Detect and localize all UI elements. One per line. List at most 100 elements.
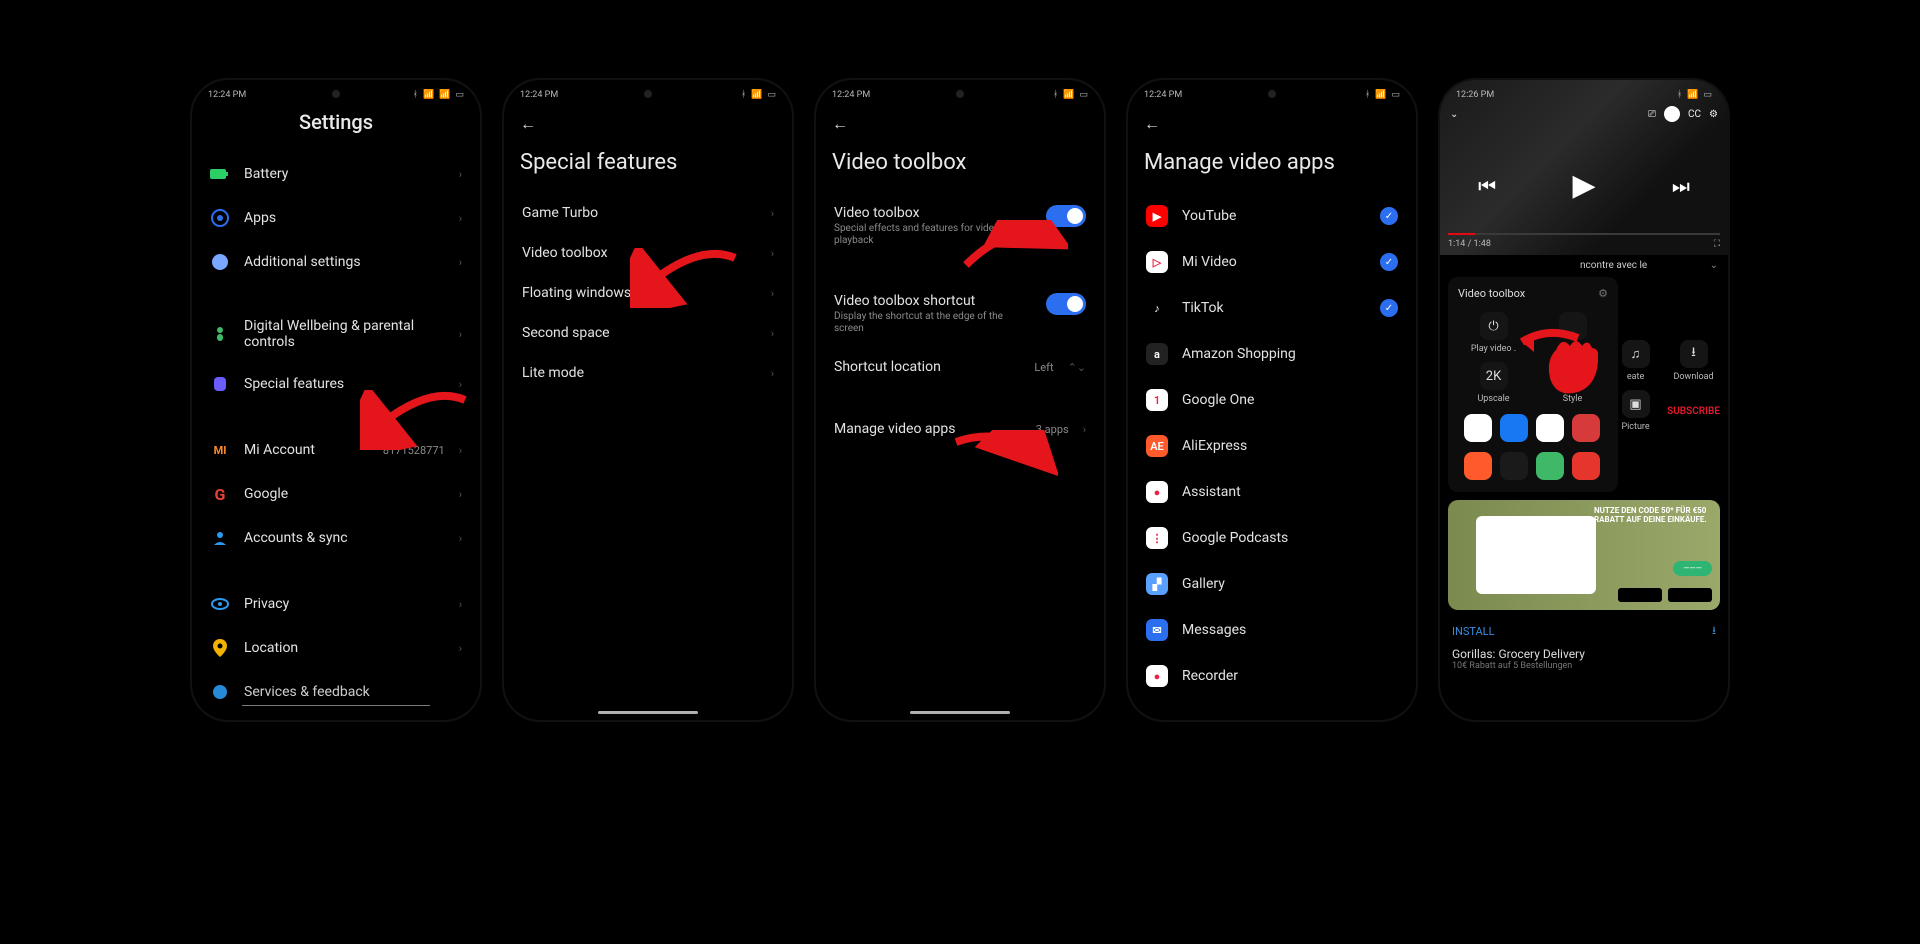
app-icon: ⋮ <box>1146 527 1168 549</box>
app-row-aliexpress[interactable]: AEAliExpress <box>1128 423 1416 469</box>
cc-icon[interactable]: CC <box>1688 109 1701 120</box>
tool-play-video[interactable]: ⏻Play video . <box>1458 312 1529 354</box>
video-player[interactable]: ⌄ ⎚ CC ⚙ ⏮ ▶ ⏭ 1:14 / 1:48 ⛶ <box>1440 80 1728 256</box>
chevron-down-icon[interactable]: ⌄ <box>1450 109 1458 120</box>
ad-cta-button[interactable]: ——— <box>1673 561 1712 576</box>
settings-item-location[interactable]: Location › <box>192 626 480 670</box>
video-time: 1:14 / 1:48 <box>1448 239 1491 249</box>
item-lite-mode[interactable]: Lite mode› <box>504 353 792 393</box>
toggle-switch[interactable] <box>1046 205 1086 227</box>
services-icon <box>210 682 230 702</box>
install-button[interactable]: INSTALL <box>1452 625 1495 638</box>
subscribe-button[interactable]: SUBSCRIBE <box>1667 390 1720 432</box>
download-icon[interactable] <box>1536 452 1564 480</box>
aliexpress-icon[interactable] <box>1464 452 1492 480</box>
tool-label: Style <box>1563 394 1583 404</box>
item-shortcut-location[interactable]: Shortcut location Left ⌃⌄ <box>816 347 1104 387</box>
tool-blank[interactable] <box>1537 312 1608 354</box>
gear-icon[interactable]: ⚙ <box>1598 287 1608 300</box>
back-button[interactable]: ← <box>520 114 536 134</box>
settings-item-apps[interactable]: Apps › <box>192 196 480 240</box>
checked-icon[interactable]: ✓ <box>1380 253 1398 271</box>
checked-icon[interactable]: ✓ <box>1380 207 1398 225</box>
item-video-toolbox[interactable]: Video toolbox› <box>504 233 792 273</box>
item-manage-video-apps[interactable]: Manage video apps 3 apps › <box>816 409 1104 449</box>
ad-app-title[interactable]: Gorillas: Grocery Delivery <box>1440 645 1728 661</box>
app-icon[interactable] <box>1572 414 1600 442</box>
settings-item-privacy[interactable]: Privacy › <box>192 582 480 626</box>
app-row-tiktok[interactable]: ♪TikTok✓ <box>1128 285 1416 331</box>
back-button[interactable]: ← <box>832 114 848 134</box>
tool-download[interactable]: ⭳Download <box>1667 340 1720 382</box>
app-row-amazon-shopping[interactable]: aAmazon Shopping <box>1128 331 1416 377</box>
app-icon[interactable] <box>1500 452 1528 480</box>
prev-button[interactable]: ⏮ <box>1478 174 1496 198</box>
toggle-video-toolbox-shortcut[interactable]: Video toolbox shortcut Display the short… <box>816 281 1104 347</box>
settings-item-label: Mi Account <box>244 442 369 458</box>
appstore-badge[interactable] <box>1618 588 1662 602</box>
video-title-row[interactable]: ncontre avec le ⌄ <box>1440 256 1728 271</box>
item-game-turbo[interactable]: Game Turbo› <box>504 193 792 233</box>
home-indicator[interactable] <box>598 711 698 714</box>
app-row-google-podcasts[interactable]: ⋮Google Podcasts <box>1128 515 1416 561</box>
apps-icon <box>210 208 230 228</box>
tool-create[interactable]: ♫eate <box>1612 340 1659 382</box>
facebook-icon[interactable] <box>1500 414 1528 442</box>
settings-item-special-features[interactable]: Special features › <box>192 362 480 406</box>
wellbeing-icon <box>210 324 230 344</box>
item-label: Second space <box>522 325 757 341</box>
channel-avatar[interactable] <box>1664 106 1680 122</box>
tool-style[interactable]: ◧Style <box>1537 362 1608 404</box>
item-floating-windows[interactable]: Floating windows› <box>504 273 792 313</box>
video-top-bar: ⌄ ⎚ CC ⚙ <box>1440 106 1728 122</box>
settings-item-battery[interactable]: Battery › <box>192 152 480 196</box>
phone-screen-special-features: 12:24 PM ᚼ📶▭ ← Special features Game Tur… <box>504 80 792 720</box>
chevron-right-icon: › <box>459 444 462 457</box>
toggle-video-toolbox[interactable]: Video toolbox Special effects and featur… <box>816 193 1104 259</box>
playstore-badge[interactable] <box>1668 588 1712 602</box>
mi-icon: MI <box>210 440 230 460</box>
ad-banner[interactable]: NUTZE DEN CODE 50* FÜR €50 RABATT AUF DE… <box>1448 500 1720 610</box>
cast-icon[interactable]: ⎚ <box>1648 109 1656 120</box>
tool-picture[interactable]: ▣Picture <box>1612 390 1659 432</box>
checked-icon[interactable]: ✓ <box>1380 299 1398 317</box>
settings-item-wellbeing[interactable]: Digital Wellbeing & parental controls › <box>192 306 480 362</box>
settings-item-google[interactable]: G Google › <box>192 472 480 516</box>
chrome-icon[interactable] <box>1464 414 1492 442</box>
gmail-icon[interactable] <box>1536 414 1564 442</box>
app-row-google-one[interactable]: 1Google One <box>1128 377 1416 423</box>
download-icon[interactable]: ⭳ <box>1712 622 1716 641</box>
app-row-assistant[interactable]: ●Assistant <box>1128 469 1416 515</box>
tutorial-screenshots: 12:24 PM ᚼ 📶 📶 ▭ Settings Battery › Apps… <box>180 80 1740 782</box>
home-indicator[interactable] <box>910 711 1010 714</box>
app-row-recorder[interactable]: ●Recorder <box>1128 653 1416 699</box>
settings-item-label: Google <box>244 486 445 502</box>
fullscreen-icon[interactable]: ⛶ <box>1714 239 1720 249</box>
tool-upscale[interactable]: 2KUpscale <box>1458 362 1529 404</box>
play-button[interactable]: ▶ <box>1572 168 1595 203</box>
battery-icon: ▭ <box>1703 90 1712 100</box>
app-row-gallery[interactable]: ▞Gallery <box>1128 561 1416 607</box>
battery-icon: ▭ <box>767 90 776 100</box>
status-bar: 12:24 PM ᚼ📶▭ <box>1128 80 1416 106</box>
settings-icon[interactable]: ⚙ <box>1709 109 1718 120</box>
signal-icon: 📶 <box>423 90 434 100</box>
settings-item-services[interactable]: Services & feedback <box>192 670 480 714</box>
app-row-youtube[interactable]: ▶YouTube✓ <box>1128 193 1416 239</box>
app-row-messages[interactable]: ✉Messages <box>1128 607 1416 653</box>
privacy-icon <box>210 594 230 614</box>
record-icon[interactable] <box>1572 452 1600 480</box>
app-row-mi-video[interactable]: ▷Mi Video✓ <box>1128 239 1416 285</box>
settings-item-accounts-sync[interactable]: Accounts & sync › <box>192 516 480 560</box>
item-second-space[interactable]: Second space› <box>504 313 792 353</box>
chevron-right-icon: › <box>459 328 462 341</box>
back-button[interactable]: ← <box>1144 114 1160 134</box>
next-button[interactable]: ⏭ <box>1672 174 1690 198</box>
settings-item-mi-account[interactable]: MI Mi Account 8171528771 › <box>192 428 480 472</box>
seek-bar[interactable] <box>1448 233 1720 235</box>
settings-item-additional[interactable]: Additional settings › <box>192 240 480 284</box>
item-label: Shortcut location <box>834 359 1020 375</box>
toggle-switch[interactable] <box>1046 293 1086 315</box>
battery-icon <box>210 164 230 184</box>
chevron-down-icon[interactable]: ⌄ <box>1710 260 1718 271</box>
